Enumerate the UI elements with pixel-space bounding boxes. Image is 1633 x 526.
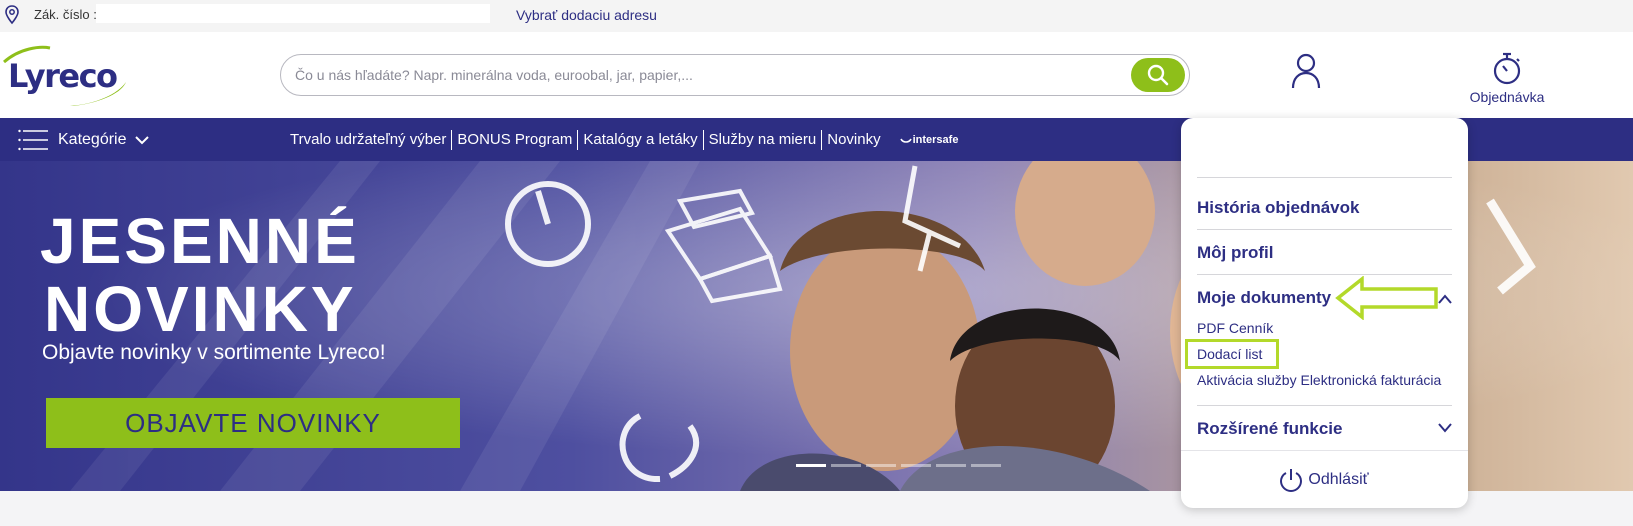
- top-utility-bar: Zák. číslo : Vybrať dodaciu adresu: [0, 0, 1633, 32]
- location-pin-icon: [5, 5, 19, 25]
- carousel-dot[interactable]: [971, 464, 1001, 467]
- search-bar: [280, 54, 1190, 96]
- order-button[interactable]: Objednávka: [1460, 52, 1554, 114]
- site-header: Lyreco Čo u nás hľadáte? Napr. minerálna…: [0, 32, 1633, 118]
- search-input[interactable]: [295, 64, 1115, 86]
- banner-subtitle: Objavte novinky v sortimente Lyreco!: [42, 341, 386, 364]
- nav-link-news[interactable]: Novinky: [821, 130, 885, 150]
- logout-button[interactable]: Odhlásiť: [1181, 450, 1468, 508]
- categories-label: Kategórie: [58, 131, 127, 148]
- power-icon: [1280, 468, 1303, 492]
- menu-divider: [1197, 177, 1452, 178]
- account-button[interactable]: [1288, 52, 1324, 92]
- intersafe-logo-link[interactable]: intersafe: [899, 134, 959, 146]
- intersafe-label: intersafe: [912, 134, 959, 146]
- menu-item-order-history[interactable]: História objednávok: [1197, 198, 1359, 218]
- account-tab-connector: [1230, 98, 1386, 110]
- highlight-box-annotation: [1185, 339, 1279, 369]
- page: Zák. číslo : Vybrať dodaciu adresu Lyrec…: [0, 0, 1633, 526]
- banner-title-line1: JESENNÉ: [40, 205, 360, 277]
- banner-title-line2: NOVINKY: [44, 273, 357, 345]
- chevron-down-icon[interactable]: [1438, 423, 1452, 433]
- nav-link-sustainable[interactable]: Trvalo udržateľný výber: [290, 130, 451, 150]
- menu-item-my-documents[interactable]: Moje dokumenty: [1197, 288, 1331, 308]
- menu-divider: [1197, 274, 1452, 275]
- search-icon: [1147, 64, 1169, 86]
- menu-divider: [1197, 405, 1452, 406]
- nav-link-services[interactable]: Služby na mieru: [702, 130, 822, 150]
- categories-button[interactable]: Kategórie: [18, 127, 149, 153]
- carousel-dot[interactable]: [866, 464, 896, 467]
- nav-links: Trvalo udržateľný výber BONUS Program Ka…: [290, 130, 958, 150]
- submenu-item-pdf-pricelist[interactable]: PDF Cenník: [1197, 320, 1273, 336]
- carousel-dot[interactable]: [831, 464, 861, 467]
- logout-label: Odhlásiť: [1308, 470, 1369, 488]
- stopwatch-icon: [1493, 52, 1521, 85]
- select-delivery-address-link[interactable]: Vybrať dodaciu adresu: [516, 7, 657, 23]
- nav-link-bonus[interactable]: BONUS Program: [451, 130, 577, 150]
- submenu-item-e-invoicing[interactable]: Aktivácia služby Elektronická fakturácia: [1197, 372, 1441, 388]
- svg-text:Lyreco: Lyreco: [8, 57, 117, 95]
- carousel-dot[interactable]: [796, 464, 826, 467]
- carousel-indicators: [796, 464, 1006, 467]
- lyreco-logo[interactable]: Lyreco: [0, 40, 140, 110]
- intersafe-swoosh-icon: [899, 138, 912, 143]
- menu-item-advanced-functions[interactable]: Rozšírené funkcie: [1197, 419, 1343, 439]
- menu-divider: [1197, 229, 1452, 230]
- customer-number-field: [96, 4, 490, 23]
- banner-cta-button[interactable]: OBJAVTE NOVINKY: [46, 398, 460, 448]
- search-button[interactable]: [1131, 58, 1185, 92]
- highlight-arrow-annotation: [1335, 276, 1438, 320]
- hamburger-menu-icon: [18, 129, 48, 151]
- user-icon: [1291, 53, 1321, 89]
- nav-link-catalogs[interactable]: Katalógy a letáky: [577, 130, 702, 150]
- carousel-dot[interactable]: [936, 464, 966, 467]
- order-label: Objednávka: [1469, 89, 1545, 105]
- menu-item-my-profile[interactable]: Môj profil: [1197, 243, 1273, 263]
- chevron-down-icon: [134, 135, 149, 144]
- carousel-dot[interactable]: [901, 464, 931, 467]
- customer-number-label: Zák. číslo :: [34, 7, 97, 22]
